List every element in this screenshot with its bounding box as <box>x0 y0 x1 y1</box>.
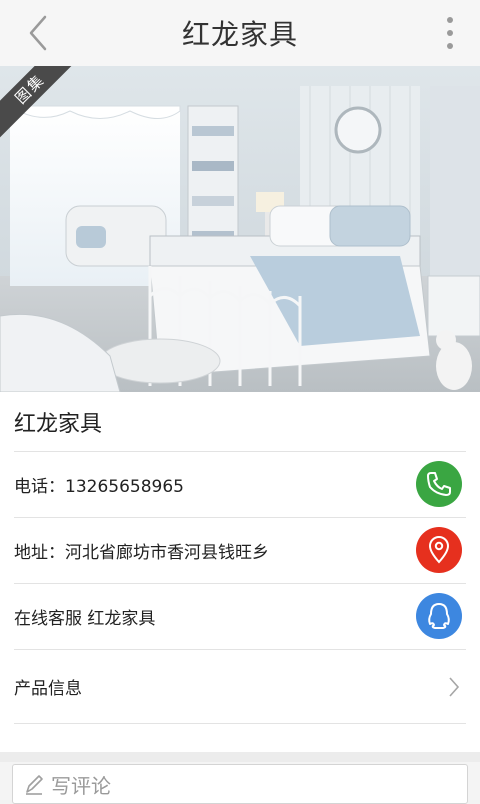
chevron-left-icon <box>29 15 47 51</box>
product-info-row[interactable]: 产品信息 <box>14 650 466 724</box>
phone-text: 电话：13265658965 <box>14 477 184 497</box>
address-row[interactable]: 地址：河北省廊坊市香河县钱旺乡 <box>14 518 466 584</box>
more-vertical-icon <box>447 17 453 49</box>
gallery-photo[interactable]: 图集 <box>0 66 480 392</box>
store-info-panel: 红龙家具 电话：13265658965 地址：河北省廊坊市香河县钱旺乡 在线客服… <box>0 392 480 752</box>
chevron-right-icon <box>449 676 460 697</box>
chat-button[interactable] <box>416 593 462 639</box>
back-button[interactable] <box>18 10 58 56</box>
comment-bar: 写评论 <box>0 762 480 804</box>
address-text: 地址：河北省廊坊市香河县钱旺乡 <box>14 543 269 563</box>
product-info-text: 产品信息 <box>14 679 82 699</box>
section-divider <box>0 752 480 762</box>
store-name-row: 红龙家具 <box>14 392 466 452</box>
phone-row[interactable]: 电话：13265658965 <box>14 452 466 518</box>
call-button[interactable] <box>416 461 462 507</box>
store-name: 红龙家具 <box>14 411 103 437</box>
app-header: 红龙家具 <box>0 0 480 66</box>
phone-icon <box>416 461 462 507</box>
qq-penguin-icon <box>416 593 462 639</box>
location-pin-icon <box>416 527 462 573</box>
map-button[interactable] <box>416 527 462 573</box>
comment-placeholder: 写评论 <box>51 773 111 798</box>
service-text: 在线客服 红龙家具 <box>14 609 156 629</box>
page-title: 红龙家具 <box>181 18 298 51</box>
service-row[interactable]: 在线客服 红龙家具 <box>14 584 466 650</box>
more-button[interactable] <box>440 12 460 54</box>
pencil-icon <box>26 775 43 795</box>
write-comment-input[interactable]: 写评论 <box>12 764 468 804</box>
bedroom-photo <box>0 66 480 392</box>
